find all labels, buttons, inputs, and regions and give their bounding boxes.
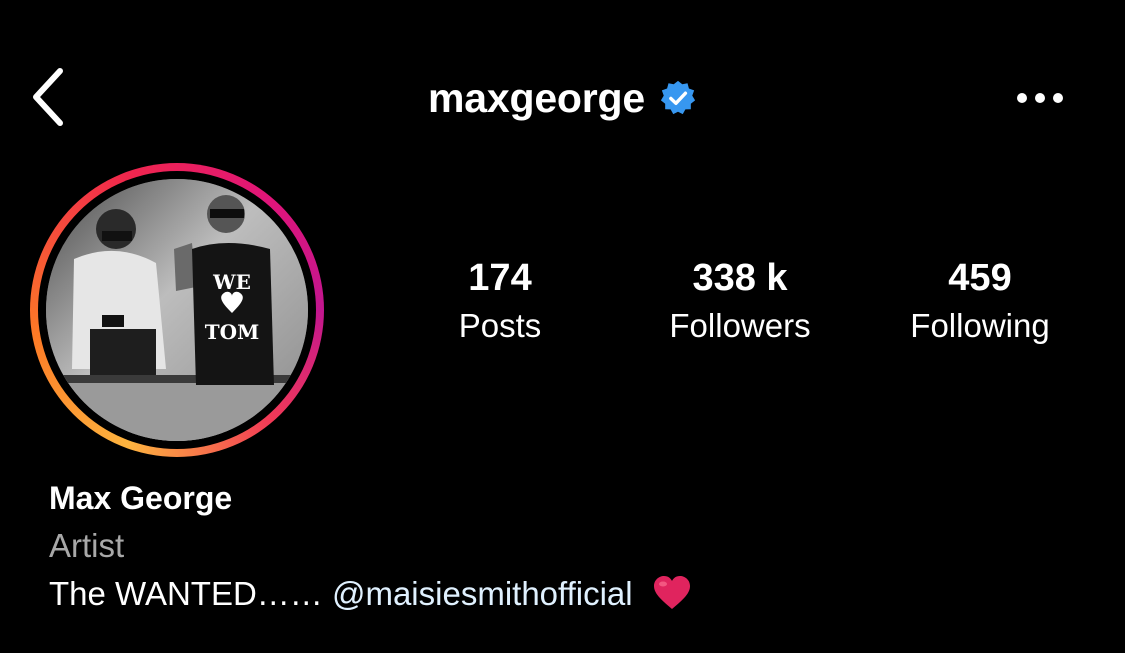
shirt-text-tom: TOM	[205, 320, 259, 344]
more-options-button[interactable]	[1010, 82, 1070, 114]
followers-count[interactable]: 338 k Followers	[640, 256, 840, 348]
followers-value: 338 k	[692, 257, 788, 299]
posts-label: Posts	[458, 307, 542, 344]
followers-label: Followers	[669, 307, 811, 344]
profile-photo: WE TOM	[46, 179, 308, 441]
posts-value: 174	[468, 257, 532, 299]
category-label: Artist	[49, 527, 125, 564]
full-name: Max George	[49, 480, 233, 516]
header-title: maxgeorge	[0, 72, 1125, 124]
following-value: 459	[948, 257, 1012, 299]
bio-text: The WANTED…… @maisiesmithofficial	[49, 574, 692, 614]
profile-screen: maxgeorge WE TOM 174 Posts 338 k Followe…	[0, 0, 1125, 653]
more-horizontal-icon	[1017, 93, 1063, 103]
following-count[interactable]: 459 Following	[885, 256, 1075, 348]
red-heart-emoji	[653, 576, 690, 609]
bio-mention-link[interactable]: @maisiesmithofficial	[332, 575, 633, 612]
bio-prefix: The WANTED……	[49, 575, 332, 612]
posts-count[interactable]: 174 Posts	[430, 256, 570, 348]
shirt-text-we: WE	[212, 270, 251, 294]
story-ring[interactable]: WE TOM	[30, 163, 324, 457]
avatar: WE TOM	[46, 179, 308, 441]
username: maxgeorge	[428, 74, 645, 121]
following-label: Following	[910, 307, 1050, 344]
verified-badge-icon	[660, 80, 696, 115]
